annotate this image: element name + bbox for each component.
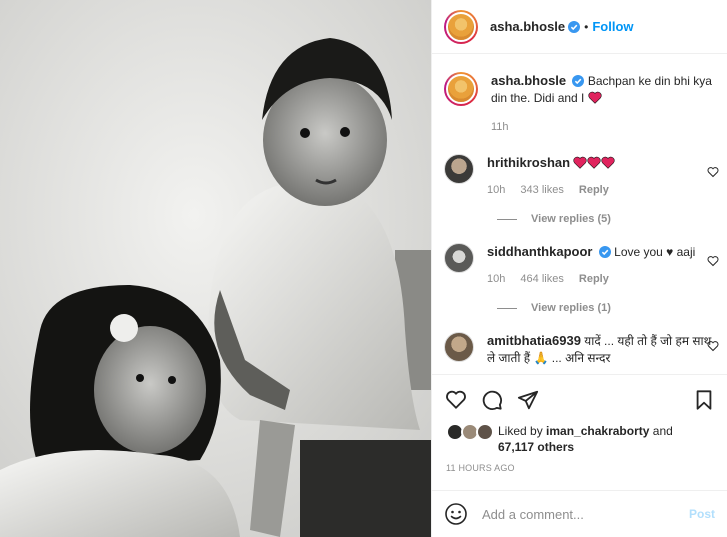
likes-summary: Liked by iman_chakraborty and 67,117 oth… [446, 423, 715, 455]
like-heart-icon[interactable] [445, 389, 467, 411]
comment-item: hrithikroshan 10h 343 likes Reply [432, 136, 727, 199]
red-heart-emoji-icon [588, 91, 602, 104]
caption: asha.bhosle Bachpan ke din bhi kya din t… [432, 55, 727, 136]
reply-button[interactable]: Reply [579, 184, 609, 196]
comment-username[interactable]: siddhanthkapoor [487, 244, 592, 259]
comment-username[interactable]: amitbhatia6939 [487, 333, 581, 348]
post-sidebar: asha.bhosle • Follow asha.bhosle Bachpan… [431, 0, 727, 537]
author-username[interactable]: asha.bhosle [490, 19, 565, 34]
likes-count[interactable]: 67,117 others [498, 440, 574, 454]
comment-likes[interactable]: 343 likes [520, 184, 563, 196]
post-header: asha.bhosle • Follow [432, 0, 727, 54]
comment-text: Love you ♥ aaji [614, 245, 696, 259]
caption-username[interactable]: asha.bhosle [491, 73, 566, 88]
comment-likes[interactable]: 464 likes [520, 273, 563, 285]
comment-item: siddhanthkapoor Love you ♥ aaji 10h 464 … [432, 225, 727, 288]
reply-button[interactable]: Reply [579, 273, 609, 285]
comment-avatar[interactable] [444, 243, 474, 273]
caption-text: asha.bhosle Bachpan ke din bhi kya din t… [491, 72, 715, 107]
save-bookmark-icon[interactable] [693, 389, 715, 411]
view-replies-button[interactable]: View replies (1) [497, 302, 727, 314]
like-comment-heart-icon[interactable] [707, 166, 719, 178]
like-comment-heart-icon[interactable] [707, 255, 719, 267]
comment-time[interactable]: 10h [487, 184, 505, 196]
post-timestamp[interactable]: 11 HOURS AGO [446, 463, 515, 473]
hearts-emoji-icon [573, 156, 615, 170]
comment-bubble-icon[interactable] [481, 389, 503, 411]
liked-by-username[interactable]: iman_chakraborty [546, 424, 649, 438]
separator-dot: • [584, 19, 589, 34]
verified-badge-icon [598, 246, 611, 258]
view-replies-button[interactable]: View replies (5) [497, 213, 727, 225]
verified-badge-icon [568, 20, 581, 33]
vintage-photo-image [0, 0, 431, 537]
post-comment-button[interactable]: Post [689, 507, 715, 521]
add-comment-bar: Post [432, 490, 727, 537]
follow-button[interactable]: Follow [592, 19, 633, 34]
liker-avatars[interactable] [446, 423, 496, 443]
comment-input[interactable] [482, 506, 689, 522]
replies-divider [497, 218, 517, 220]
comment-item: amitbhatia6939 यादें ... यही तो हैं जो ह… [432, 314, 727, 367]
comments-list[interactable]: asha.bhosle Bachpan ke din bhi kya din t… [432, 55, 727, 373]
verified-badge-icon [572, 75, 585, 87]
caption-avatar[interactable] [444, 72, 478, 106]
like-comment-heart-icon[interactable] [707, 340, 719, 352]
emoji-smiley-icon[interactable] [444, 502, 468, 526]
likes-text: Liked by iman_chakraborty and 67,117 oth… [498, 423, 673, 455]
comment-username[interactable]: hrithikroshan [487, 155, 570, 170]
post-actions [432, 374, 727, 424]
view-replies-label: View replies (1) [531, 302, 611, 314]
replies-divider [497, 307, 517, 309]
post-photo[interactable] [0, 0, 431, 537]
liked-by-and: and [652, 424, 673, 438]
liked-by-prefix: Liked by [498, 424, 543, 438]
comment-avatar[interactable] [444, 332, 474, 362]
share-paper-plane-icon[interactable] [517, 389, 539, 411]
comment-avatar[interactable] [444, 154, 474, 184]
caption-time[interactable]: 11h [491, 121, 509, 133]
comment-time[interactable]: 10h [487, 273, 505, 285]
view-replies-label: View replies (5) [531, 213, 611, 225]
author-avatar[interactable] [444, 9, 478, 44]
